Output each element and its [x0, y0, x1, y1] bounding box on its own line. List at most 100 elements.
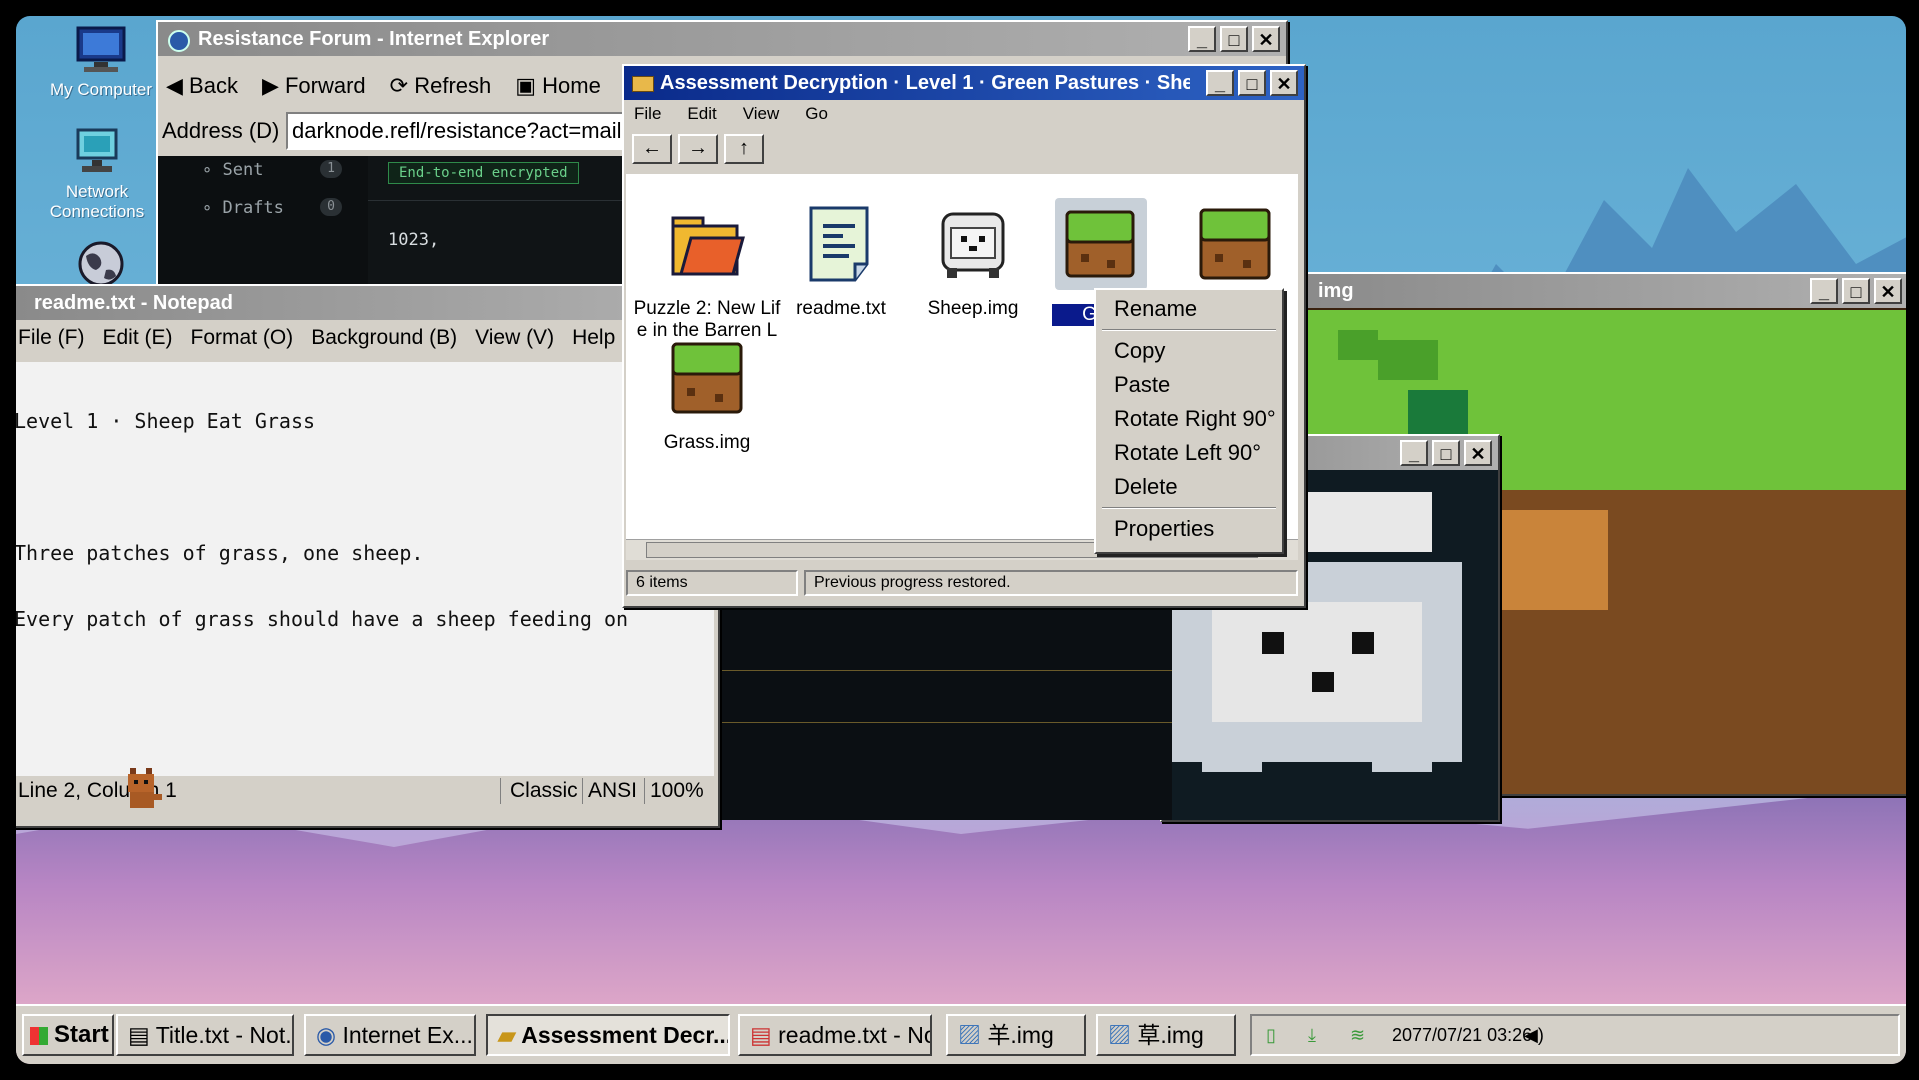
menu-item-paste[interactable]: Paste	[1096, 368, 1282, 402]
taskbar-item-assessment-decryption[interactable]: ▰ Assessment Decr...	[486, 1014, 730, 1056]
explorer-menu-bar: File Edit View Go	[624, 104, 1304, 124]
computer-icon	[74, 26, 128, 74]
notepad-menu-bar: File (F) Edit (E) Format (O) Background …	[16, 326, 718, 350]
menu-item-rotate-right[interactable]: Rotate Right 90°	[1096, 402, 1282, 436]
explorer-nav: ← → ↑	[632, 134, 764, 164]
menu-background[interactable]: Background (B)	[311, 326, 457, 350]
menu-item-delete[interactable]: Delete	[1096, 470, 1282, 504]
menu-item-copy[interactable]: Copy	[1096, 334, 1282, 368]
cat-sprite[interactable]	[124, 764, 166, 810]
home-button[interactable]: ▣ Home	[515, 73, 601, 99]
maximize-button[interactable]: □	[1842, 278, 1870, 304]
file-item-readme[interactable]: readme.txt	[766, 204, 916, 320]
maximize-button[interactable]: □	[1220, 26, 1248, 52]
file-item-grass-img[interactable]: Grass.img	[632, 338, 782, 454]
download-icon[interactable]: ⤓	[1308, 1016, 1316, 1054]
desktop: My Computer Network Connections Resistan…	[16, 16, 1906, 1064]
phone-icon[interactable]: ▯	[1266, 1016, 1276, 1054]
menu-item-properties[interactable]: Properties	[1096, 512, 1282, 546]
text-line: Level 1 · Sheep Eat Grass	[16, 409, 316, 433]
item-count: 6 items	[626, 570, 798, 596]
text-line: Every patch of grass should have a sheep…	[16, 607, 629, 631]
file-item-grass-2[interactable]	[1160, 204, 1310, 298]
status-message: Previous progress restored.	[804, 570, 1298, 596]
volume-icon[interactable]: ◀)	[1524, 1016, 1544, 1054]
browser-title: Resistance Forum - Internet Explorer	[198, 28, 550, 50]
start-button[interactable]: Start	[22, 1014, 114, 1056]
text-file-icon	[801, 204, 881, 284]
menu-view[interactable]: View	[743, 104, 780, 124]
taskbar-item-sheep-img[interactable]: ▨ 羊.img	[946, 1014, 1086, 1056]
forward-icon: ▶	[261, 73, 285, 98]
back-arrow-button[interactable]: ←	[632, 134, 672, 164]
maximize-button[interactable]: □	[1238, 70, 1266, 96]
forward-arrow-button[interactable]: →	[678, 134, 718, 164]
taskbar-item-internet-explorer[interactable]: ◉ Internet Ex...	[304, 1014, 476, 1056]
file-name: Puzzle 2: New Life in the Barren L	[633, 298, 781, 341]
home-icon: ▣	[515, 73, 543, 98]
folder-count: 0	[320, 198, 342, 216]
file-item-folder[interactable]: Puzzle 2: New Life in the Barren L	[632, 204, 782, 342]
wifi-icon[interactable]: ≋	[1350, 1016, 1365, 1054]
notepad-text-area[interactable]: Level 1 · Sheep Eat Grass Three patches …	[16, 362, 714, 776]
windows-logo-icon	[30, 1026, 48, 1045]
minimize-button[interactable]: _	[1810, 278, 1838, 304]
folder-icon	[667, 204, 747, 284]
explorer-title-bar[interactable]: Assessment Decryption · Level 1 · Green …	[624, 66, 1304, 100]
grass-block-icon	[1195, 204, 1275, 284]
explorer-status-bar: 6 items Previous progress restored.	[626, 568, 1298, 598]
encrypted-badge: End-to-end encrypted	[388, 162, 579, 184]
close-button[interactable]: ✕	[1874, 278, 1902, 304]
notepad-status-bar: Line 2, Column 1 Classic ANSI 100%	[16, 774, 714, 808]
maximize-button[interactable]: □	[1432, 440, 1460, 466]
desktop-icon-my-computer[interactable]: My Computer	[46, 26, 156, 100]
close-button[interactable]: ✕	[1270, 70, 1298, 96]
system-tray: ▯ ⤓ ≋ 2077/07/21 03:26 ◀)	[1250, 1014, 1900, 1056]
folder-icon	[632, 76, 654, 92]
menu-file[interactable]: File	[634, 104, 661, 124]
desktop-icon-network-connections[interactable]: Network Connections	[42, 128, 152, 222]
taskbar-item-readme[interactable]: ▤ readme.txt - No...	[738, 1014, 932, 1056]
menu-item-rotate-left[interactable]: Rotate Left 90°	[1096, 436, 1282, 470]
ie-icon	[168, 30, 190, 52]
up-arrow-button[interactable]: ↑	[724, 134, 764, 164]
menu-edit[interactable]: Edit	[687, 104, 716, 124]
folder-count: 1	[320, 160, 342, 178]
context-menu: Rename Copy Paste Rotate Right 90° Rotat…	[1094, 288, 1284, 554]
close-button[interactable]: ✕	[1464, 440, 1492, 466]
close-button[interactable]: ✕	[1252, 26, 1280, 52]
browser-title-bar[interactable]: Resistance Forum - Internet Explorer	[158, 22, 1286, 56]
forward-button[interactable]: ▶ Forward	[262, 73, 366, 99]
theme-indicator: Classic	[510, 779, 578, 802]
menu-file[interactable]: File (F)	[18, 326, 85, 350]
mail-folder-list: ∘ Sent 1 ∘ Drafts 0	[158, 156, 368, 292]
taskbar-item-grass-img[interactable]: ▨ 草.img	[1096, 1014, 1236, 1056]
notepad-title-bar[interactable]: readme.txt - Notepad	[16, 286, 718, 320]
taskbar: Start ▤ Title.txt - Not... ◉ Internet Ex…	[16, 1004, 1906, 1064]
folder-drafts[interactable]: ∘ Drafts	[202, 198, 284, 218]
minimize-button[interactable]: _	[1400, 440, 1428, 466]
grass-block-icon	[667, 338, 747, 418]
menu-go[interactable]: Go	[805, 104, 828, 124]
refresh-button[interactable]: ⟳ Refresh	[390, 73, 492, 99]
menu-edit[interactable]: Edit (E)	[103, 326, 173, 350]
browser-window-controls: _ □ ✕	[1188, 26, 1280, 52]
minimize-button[interactable]: _	[1188, 26, 1216, 52]
notepad-window[interactable]: readme.txt - Notepad File (F) Edit (E) F…	[16, 284, 720, 828]
image-icon: ▨	[1108, 1022, 1138, 1048]
back-icon: ◀	[166, 73, 190, 98]
back-button[interactable]: ◀ Back	[166, 73, 238, 99]
globe-icon	[74, 240, 128, 288]
explorer-window-controls: _ □ ✕	[1206, 70, 1298, 96]
encoding-indicator: ANSI	[588, 779, 638, 802]
menu-view[interactable]: View (V)	[475, 326, 554, 350]
minimize-button[interactable]: _	[1206, 70, 1234, 96]
menu-item-rename[interactable]: Rename	[1096, 290, 1282, 326]
window-controls: _ □ ✕	[1810, 278, 1902, 304]
notepad-icon: ▤	[128, 1022, 156, 1048]
menu-format[interactable]: Format (O)	[191, 326, 294, 350]
folder-sent[interactable]: ∘ Sent	[202, 160, 263, 180]
folder-icon: ▰	[498, 1022, 522, 1048]
clock: 2077/07/21 03:26	[1392, 1025, 1533, 1045]
taskbar-item-title-txt[interactable]: ▤ Title.txt - Not...	[116, 1014, 294, 1056]
